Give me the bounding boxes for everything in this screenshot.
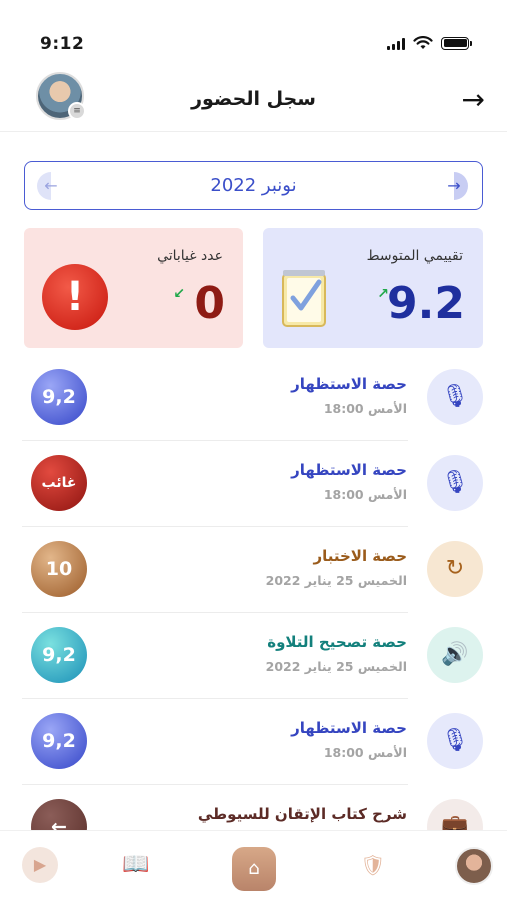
score-badge: 10 bbox=[31, 541, 87, 597]
list-item[interactable]: 🎙 حصة الاستظهار الأمس 18:00 غائب bbox=[0, 441, 507, 527]
average-rating-value: 9.2 bbox=[387, 278, 465, 329]
alert-icon: ! bbox=[42, 264, 108, 330]
month-label: نونبر 2022 bbox=[210, 175, 297, 196]
previous-month-button[interactable]: → bbox=[440, 172, 468, 200]
status-time: 9:12 bbox=[40, 34, 85, 54]
list-item[interactable]: 🎙 حصة الاستظهار الأمس 18:00 9,2 bbox=[0, 699, 507, 785]
session-title: حصة تصحيح التلاوة bbox=[267, 633, 407, 651]
absences-value: 0 bbox=[194, 278, 225, 329]
session-title: شرح كتاب الإتقان للسيوطي bbox=[197, 805, 407, 823]
retry-icon: ↻ bbox=[427, 541, 483, 597]
book-icon[interactable]: 📖 bbox=[118, 847, 154, 883]
bottom-nav: ▶ 📖 ⌂ 🛡 bbox=[0, 830, 507, 900]
session-time: الخميس 25 يناير 2022 bbox=[265, 573, 407, 588]
list-item[interactable]: 🔊 حصة تصحيح التلاوة الخميس 25 يناير 2022… bbox=[0, 613, 507, 699]
session-time: الأمس 18:00 bbox=[323, 745, 407, 760]
absences-card: عدد غياباتي 0 ↙ ! bbox=[24, 228, 243, 348]
trend-down-icon: ↙ bbox=[173, 286, 185, 302]
absent-badge: غائب bbox=[31, 455, 87, 511]
header: ≡ سجل الحضور → bbox=[0, 70, 507, 132]
score-badge: 9,2 bbox=[31, 713, 87, 769]
list-item[interactable]: ↻ حصة الاختبار الخميس 25 يناير 2022 10 bbox=[0, 527, 507, 613]
badge-star-icon[interactable]: 🛡 bbox=[355, 847, 391, 883]
list-item[interactable]: 🎙 حصة الاستظهار الأمس 18:00 9,2 bbox=[0, 355, 507, 441]
mic-icon: 🎙 bbox=[427, 455, 483, 511]
trend-up-icon: ↗ bbox=[377, 286, 389, 302]
mic-icon: 🎙 bbox=[427, 713, 483, 769]
score-badge: 9,2 bbox=[31, 627, 87, 683]
play-video-icon[interactable]: ▶ bbox=[22, 847, 58, 883]
score-badge: 9,2 bbox=[31, 369, 87, 425]
battery-icon bbox=[441, 36, 472, 50]
session-time: الخميس 25 يناير 2022 bbox=[265, 659, 407, 674]
session-title: حصة الاستظهار bbox=[291, 375, 407, 393]
session-time: الأمس 18:00 bbox=[323, 401, 407, 416]
average-rating-card: تقييمي المتوسط 9.2 ↗ bbox=[263, 228, 483, 348]
home-icon[interactable]: ⌂ bbox=[232, 847, 276, 891]
status-icons bbox=[387, 36, 472, 50]
session-title: حصة الاختبار bbox=[313, 547, 407, 565]
wifi-icon bbox=[413, 36, 433, 49]
session-title: حصة الاستظهار bbox=[291, 461, 407, 479]
month-selector: ← نونبر 2022 → bbox=[24, 161, 483, 210]
mic-icon: 🎙 bbox=[427, 369, 483, 425]
notepad-check-icon bbox=[282, 270, 326, 327]
status-bar: 9:12 bbox=[0, 0, 507, 70]
session-time: الأمس 18:00 bbox=[323, 487, 407, 502]
page-title: سجل الحضور bbox=[191, 88, 316, 110]
cellular-signal-icon bbox=[387, 37, 405, 50]
average-rating-title: تقييمي المتوسط bbox=[366, 248, 463, 264]
profile-avatar[interactable] bbox=[455, 847, 493, 885]
speaker-icon: 🔊 bbox=[427, 627, 483, 683]
back-arrow-icon[interactable]: → bbox=[462, 86, 485, 114]
absences-title: عدد غياباتي bbox=[157, 248, 223, 264]
session-title: حصة الاستظهار bbox=[291, 719, 407, 737]
